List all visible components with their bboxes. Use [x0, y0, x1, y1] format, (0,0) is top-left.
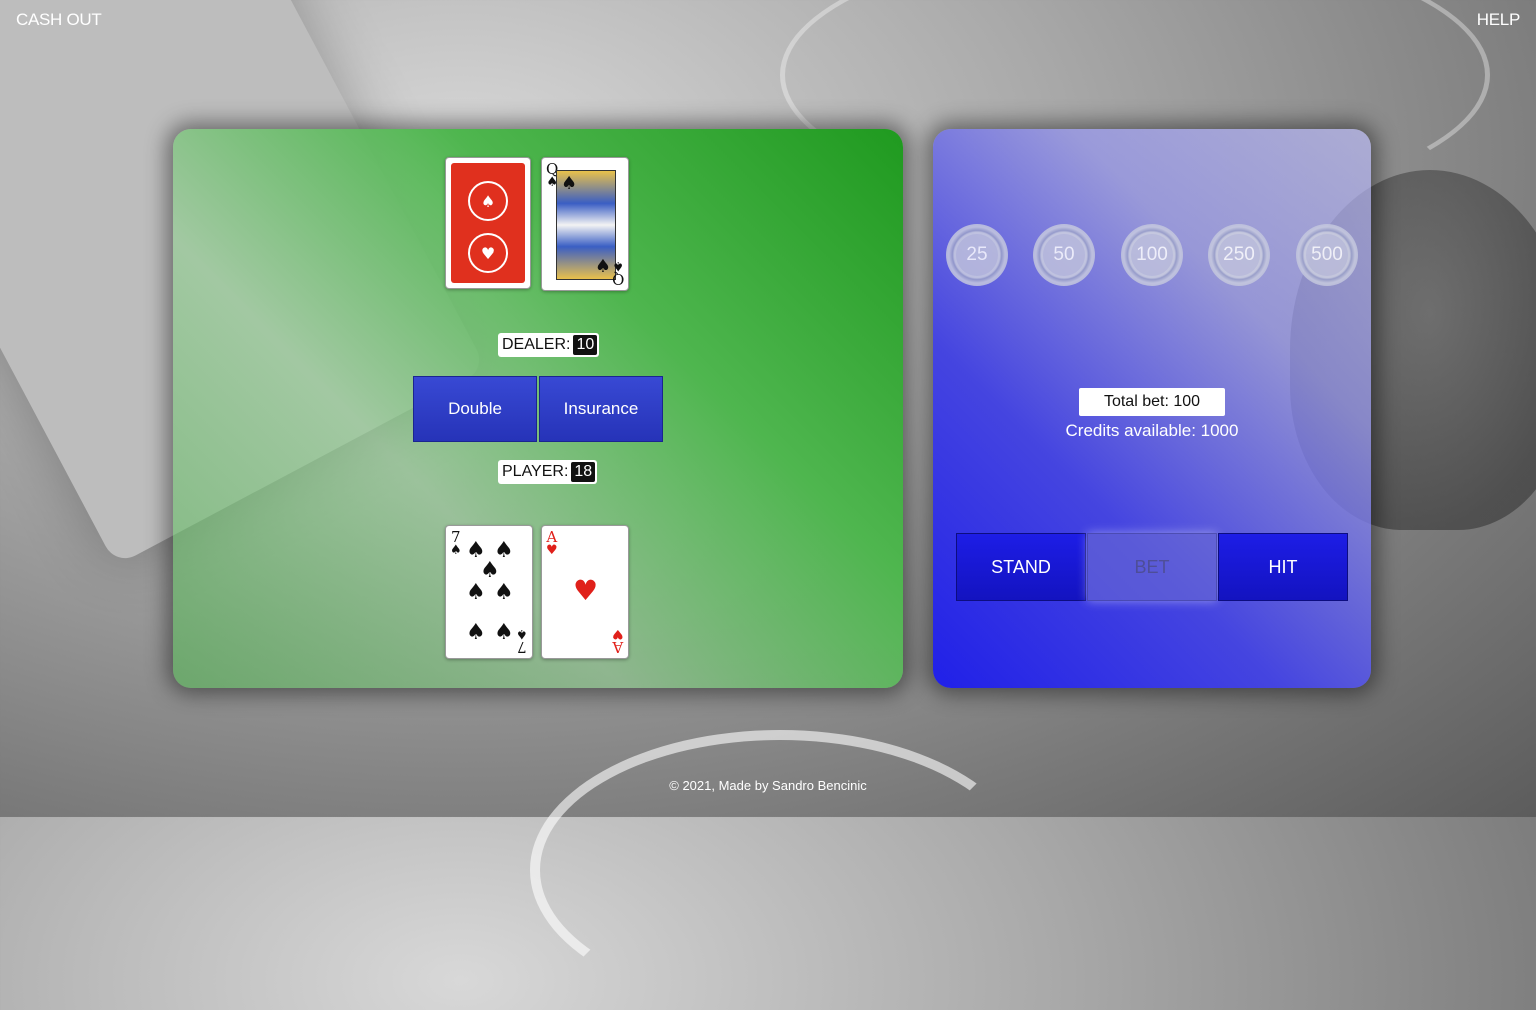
dealer-score-value: 10 [573, 335, 598, 355]
card-corner: 7 ♠ [450, 530, 462, 558]
credits-available: Credits available: 1000 [1065, 421, 1239, 440]
footer-credit: © 2021, Made by Sandro Bencinic [669, 778, 867, 793]
spade-icon: ♠ [480, 558, 500, 583]
spade-icon: ♠ [612, 258, 624, 273]
player-score-value: 18 [571, 462, 596, 482]
player-score: PLAYER: 18 [498, 460, 598, 484]
dealer-score: DEALER: 10 [498, 333, 600, 357]
chip-100[interactable]: 100 [1121, 224, 1183, 286]
queen-face-icon: ♠ ♠ [556, 170, 616, 280]
game-table: ♠ ♥ Q ♠ ♠ ♠ Q ♠ DEALER: 10 Double Insura… [173, 129, 903, 688]
betting-panel: 25 50 100 250 500 Total bet: 100 Credits… [933, 129, 1371, 688]
spade-icon: ♠ [466, 620, 486, 645]
chip-500[interactable]: 500 [1296, 224, 1358, 286]
bet-button[interactable]: BET [1087, 533, 1217, 601]
card-back-emblem-icon: ♥ [468, 233, 508, 273]
player-card-ace-hearts: A ♥ ♥ A ♥ [541, 525, 629, 659]
spade-icon: ♠ [466, 580, 486, 605]
chip-25[interactable]: 25 [946, 224, 1008, 286]
double-button[interactable]: Double [413, 376, 537, 442]
chip-label: 500 [1306, 234, 1348, 276]
insurance-button[interactable]: Insurance [539, 376, 663, 442]
heart-icon: ♥ [546, 543, 558, 558]
chip-250[interactable]: 250 [1208, 224, 1270, 286]
spade-icon: ♠ [516, 626, 528, 641]
card-back-emblem-icon: ♠ [468, 181, 508, 221]
dealer-label: DEALER: [502, 336, 571, 353]
chip-label: 250 [1218, 234, 1260, 276]
heart-icon: ♥ [612, 626, 624, 641]
background-table-line-lower [530, 730, 1030, 1010]
dealer-card-queen-spades: Q ♠ ♠ ♠ Q ♠ [541, 157, 629, 291]
chip-label: 50 [1043, 234, 1085, 276]
chip-label: 100 [1131, 234, 1173, 276]
spade-icon: ♠ [494, 580, 514, 605]
total-bet: Total bet: 100 [1079, 388, 1225, 416]
heart-icon: ♥ [573, 574, 599, 607]
player-label: PLAYER: [502, 463, 569, 480]
dealer-card-face-down: ♠ ♥ [445, 157, 531, 289]
spade-icon: ♠ [594, 256, 611, 277]
player-card-seven-spades: 7 ♠ ♠ ♠ ♠ ♠ ♠ ♠ ♠ 7 ♠ [445, 525, 533, 659]
card-corner: A ♥ [612, 626, 624, 656]
cash-out-link[interactable]: CASH OUT [16, 10, 102, 30]
spade-icon: ♠ [450, 543, 462, 558]
card-corner: Q ♠ [612, 258, 624, 288]
card-corner: 7 ♠ [516, 626, 528, 656]
hit-button[interactable]: HIT [1218, 533, 1348, 601]
spade-icon: ♠ [494, 620, 514, 645]
chip-50[interactable]: 50 [1033, 224, 1095, 286]
help-link[interactable]: HELP [1477, 10, 1521, 30]
chip-label: 25 [956, 234, 998, 276]
stand-button[interactable]: STAND [956, 533, 1086, 601]
spade-icon: ♠ [561, 173, 578, 194]
card-corner: A ♥ [546, 530, 558, 558]
